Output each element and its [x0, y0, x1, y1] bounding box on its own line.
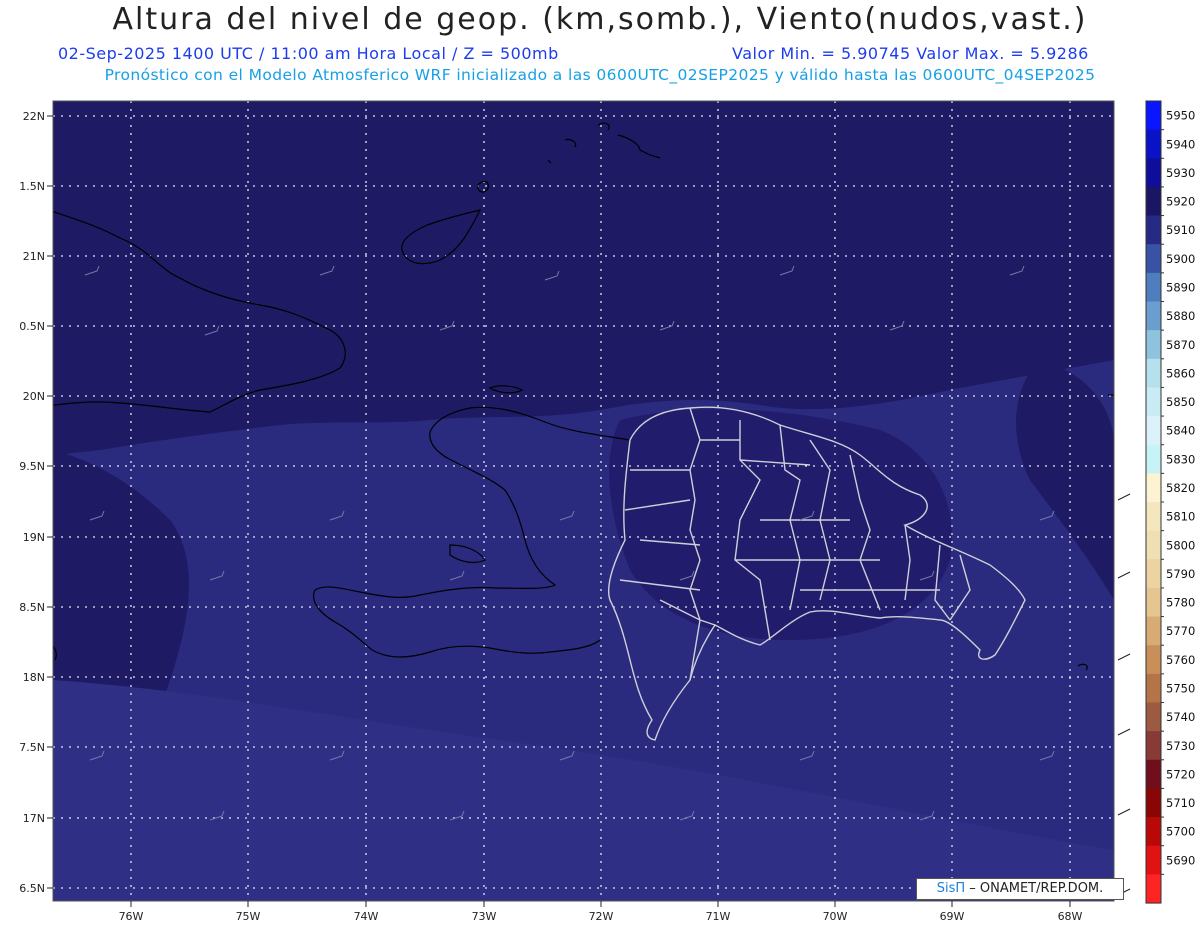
lon-tick-label: 72W: [589, 910, 614, 923]
colorbar-level-label: 5860: [1166, 366, 1195, 380]
credit-text: – ONAMET/REP.DOM.: [965, 881, 1104, 896]
colorbar-level-label: 5760: [1166, 653, 1195, 667]
lat-tick-label: 9.5N: [19, 460, 45, 473]
lon-tick-label: 68W: [1058, 910, 1083, 923]
lat-tick-label: 18N: [23, 671, 45, 684]
sisp-logo-text: SisΠ: [936, 881, 966, 896]
colorbar: 5950 5940 5930 5920 5910 5900 5890 5880 5870 5860…: [1145, 100, 1195, 904]
colorbar-level-label: 5770: [1166, 624, 1195, 638]
colorbar-swatch: [1146, 272, 1161, 303]
colorbar-swatch: [1146, 444, 1161, 474]
edge-barbs: [1117, 493, 1131, 896]
colorbar-level-label: 5710: [1166, 796, 1195, 810]
colorbar-level-label: 5800: [1166, 538, 1195, 552]
colorbar-swatch: [1146, 587, 1161, 618]
lat-tick-label: 0.5N: [19, 320, 45, 333]
colorbar-swatch: [1146, 473, 1161, 503]
colorbar-level-label: 5810: [1166, 510, 1195, 524]
colorbar-level-label: 5820: [1166, 481, 1195, 495]
colorbar-swatch: [1146, 530, 1161, 560]
colorbar-level-label: 5720: [1166, 767, 1195, 781]
colorbar-level-label: 5880: [1166, 309, 1195, 323]
colorbar-swatch: [1146, 158, 1161, 188]
colorbar-swatch: [1146, 702, 1161, 732]
colorbar-swatch: [1146, 731, 1161, 761]
colorbar-swatch: [1146, 416, 1161, 446]
colorbar-swatch: [1146, 215, 1161, 245]
lon-axis: 76W 75W 74W 73W 72W 71W 70W 69W 68W: [119, 901, 1083, 923]
credit-box: SisΠ – ONAMET/REP.DOM.: [916, 878, 1124, 900]
map-plot-area: [53, 101, 1114, 901]
colorbar-swatch: [1146, 244, 1161, 274]
colorbar-level-label: 5700: [1166, 825, 1195, 839]
colorbar-level-label: 5930: [1166, 166, 1195, 180]
colorbar-swatch: [1146, 101, 1161, 131]
lat-tick-label: 17N: [23, 812, 45, 825]
lat-tick-label: 8.5N: [19, 601, 45, 614]
colorbar-level-label: 5890: [1166, 281, 1195, 295]
lon-tick-label: 71W: [706, 910, 731, 923]
colorbar-swatch: [1146, 559, 1161, 589]
colorbar-level-label: 5900: [1166, 252, 1195, 266]
colorbar-swatch: [1146, 186, 1161, 217]
colorbar-level-label: 5730: [1166, 739, 1195, 753]
colorbar-level-label: 5840: [1166, 424, 1195, 438]
colorbar-swatch: [1146, 616, 1161, 646]
colorbar-level-label: 5750: [1166, 682, 1195, 696]
colorbar-swatch: [1146, 330, 1161, 360]
forecast-map: 22N 1.5N 21N 0.5N 20N 9.5N 19N 8.5N 18N 7.5N 17N 6.…: [19, 100, 1195, 923]
colorbar-swatch: [1146, 817, 1161, 847]
colorbar-level-label: 5870: [1166, 338, 1195, 352]
colorbar-level-label: 5780: [1166, 596, 1195, 610]
colorbar-swatch: [1146, 845, 1161, 875]
lat-tick-label: 21N: [23, 250, 45, 263]
lat-axis: 22N 1.5N 21N 0.5N 20N 9.5N 19N 8.5N 18N 7.5N 17N 6.…: [19, 110, 53, 895]
lon-tick-label: 73W: [472, 910, 497, 923]
colorbar-swatch: [1146, 358, 1161, 389]
colorbar-swatch: [1146, 387, 1161, 417]
colorbar-level-label: 5950: [1166, 109, 1195, 123]
colorbar-swatch: [1146, 673, 1161, 704]
colorbar-level-label: 5830: [1166, 452, 1195, 466]
lon-tick-label: 76W: [119, 910, 144, 923]
lon-tick-label: 69W: [940, 910, 965, 923]
lat-tick-label: 20N: [23, 390, 45, 403]
lat-tick-label: 1.5N: [19, 180, 45, 193]
colorbar-swatch: [1146, 502, 1161, 532]
lat-tick-label: 6.5N: [19, 882, 45, 895]
lat-tick-label: 7.5N: [19, 741, 45, 754]
colorbar-level-label: 5690: [1166, 853, 1195, 867]
colorbar-swatch: [1146, 874, 1161, 904]
lat-tick-label: 19N: [23, 531, 45, 544]
colorbar-level-label: 5920: [1166, 195, 1195, 209]
colorbar-level-label: 5940: [1166, 137, 1195, 151]
colorbar-level-label: 5790: [1166, 567, 1195, 581]
colorbar-swatch: [1146, 129, 1161, 159]
lon-tick-label: 74W: [354, 910, 379, 923]
lon-tick-label: 70W: [823, 910, 848, 923]
colorbar-swatch: [1146, 301, 1161, 331]
lon-tick-label: 75W: [236, 910, 261, 923]
colorbar-swatch: [1146, 788, 1161, 818]
colorbar-level-label: 5910: [1166, 223, 1195, 237]
colorbar-level-label: 5850: [1166, 395, 1195, 409]
colorbar-swatch: [1146, 645, 1161, 675]
colorbar-level-label: 5740: [1166, 710, 1195, 724]
colorbar-swatch: [1146, 759, 1161, 790]
lat-tick-label: 22N: [23, 110, 45, 123]
